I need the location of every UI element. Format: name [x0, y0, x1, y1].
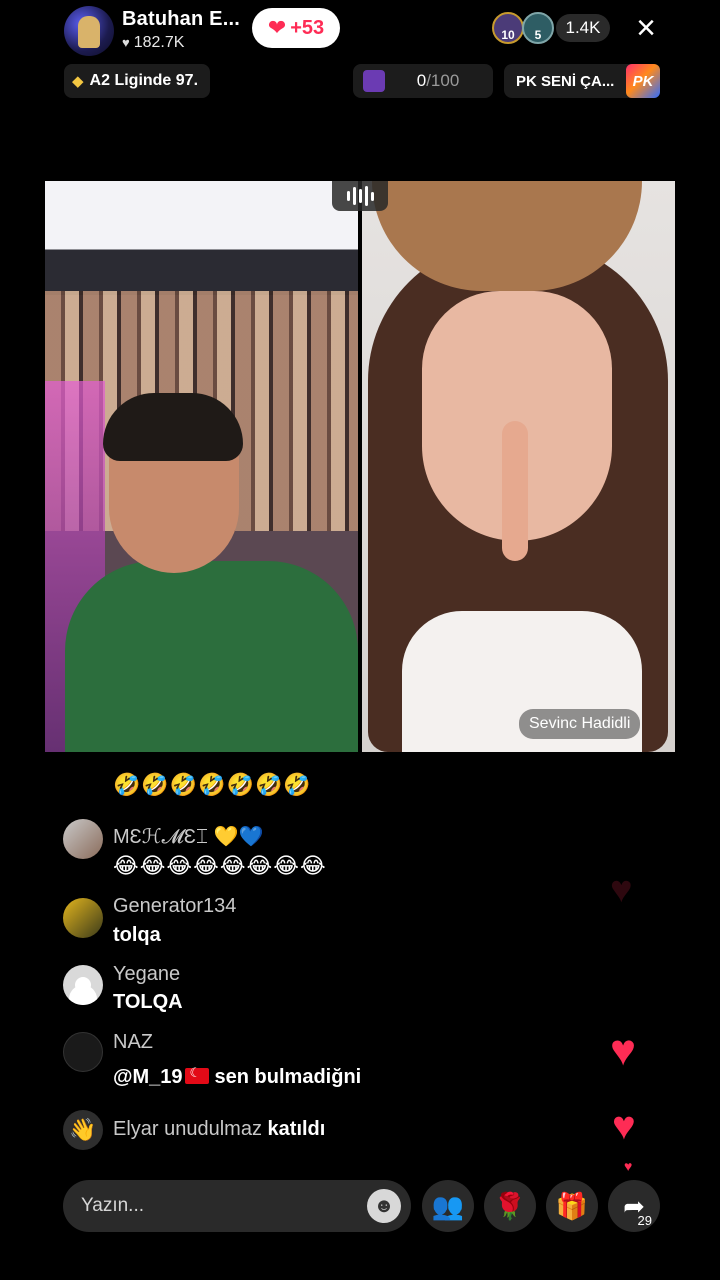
- message-body: sen bulmadiğni: [214, 1066, 362, 1088]
- guest-name-label[interactable]: Sevinc Hadidli: [519, 709, 641, 739]
- pk-banner[interactable]: PK SENİ ÇA... PK: [504, 64, 660, 98]
- chat-username[interactable]: NAZ: [113, 1031, 153, 1054]
- share-button[interactable]: ➦ 29: [608, 1180, 660, 1232]
- join-action: katıldı: [267, 1118, 326, 1140]
- host-name[interactable]: Batuhan E...: [122, 8, 240, 31]
- avatar[interactable]: [63, 898, 103, 938]
- wave-hand-icon: 👋: [63, 1110, 103, 1150]
- follow-count: +53: [290, 16, 325, 39]
- join-user[interactable]: Elyar unudulmaz: [113, 1118, 262, 1140]
- league-text: A2 Liginde 97.: [89, 72, 199, 89]
- co-host-icon[interactable]: 👥: [422, 1180, 474, 1232]
- heart-icon: ♥: [612, 1104, 636, 1148]
- share-count: 29: [637, 1213, 652, 1228]
- heart-icon: ♥: [610, 869, 633, 911]
- pk-badge-icon: PK: [626, 64, 660, 98]
- avatar[interactable]: [63, 965, 103, 1005]
- chat-message-text: TOLQA: [113, 991, 183, 1013]
- goal-progress[interactable]: 0/100: [353, 64, 493, 98]
- comment-placeholder: Yazın...: [81, 1195, 145, 1216]
- mention[interactable]: @M_19: [113, 1066, 183, 1088]
- goal-total: /100: [426, 71, 460, 90]
- diamond-icon: ◆: [72, 73, 84, 90]
- host-video[interactable]: [45, 181, 358, 752]
- heart-icon: ♥: [610, 1026, 637, 1075]
- viewer-count[interactable]: 1.4K: [556, 14, 610, 42]
- goal-value: 0: [416, 71, 427, 90]
- audio-bars-icon[interactable]: [332, 181, 388, 211]
- chat-username[interactable]: Generator134: [113, 895, 236, 918]
- turkey-flag-icon: [184, 1065, 209, 1085]
- join-notice: Elyar unudulmaz katıldı: [113, 1118, 325, 1141]
- heart-icon: ♥: [122, 35, 130, 50]
- host-avatar[interactable]: [64, 6, 114, 56]
- host-likes: ♥ 182.7K: [122, 34, 184, 52]
- follow-button[interactable]: ❤ +53: [252, 8, 340, 48]
- video-divider: [358, 181, 362, 752]
- chat-message-text: tolqa: [113, 924, 161, 946]
- viewer-rank: 5: [534, 28, 542, 42]
- avatar[interactable]: [63, 1032, 103, 1072]
- heart-icon: ♥: [624, 1158, 633, 1174]
- rose-gift-icon[interactable]: 🌹: [484, 1180, 536, 1232]
- viewer-rank: 10: [501, 28, 515, 42]
- gift-box-icon[interactable]: 🎁: [546, 1180, 598, 1232]
- pk-video-area[interactable]: Sevinc Hadidli: [45, 181, 675, 752]
- top-viewer-avatar[interactable]: 10: [492, 12, 524, 44]
- guest-video[interactable]: [362, 181, 675, 752]
- avatar[interactable]: [63, 819, 103, 859]
- pk-text: PK SENİ ÇA...: [516, 72, 615, 90]
- host-likes-count: 182.7K: [133, 34, 185, 51]
- close-icon[interactable]: ×: [630, 10, 662, 46]
- chat-username[interactable]: Yegane: [113, 963, 180, 986]
- comment-input[interactable]: Yazın... ☻: [63, 1180, 411, 1232]
- goal-text: 0/100: [397, 71, 493, 91]
- league-badge[interactable]: ◆ A2 Liginde 97.: [64, 64, 211, 98]
- top-viewer-avatar[interactable]: 5: [522, 12, 554, 44]
- chat-username[interactable]: MƐℋ𝓜Ɛ⌶ 💛💙: [113, 824, 263, 849]
- chat-partial-message: 🤣🤣🤣🤣🤣🤣🤣: [113, 772, 312, 797]
- goal-gift-icon: [363, 70, 385, 92]
- heart-icon: ❤: [267, 15, 287, 40]
- chat-message-text: 😂😂😂😂😂😂😂😂: [113, 853, 327, 878]
- emoji-icon[interactable]: ☻: [367, 1189, 401, 1223]
- chat-message-text: @M_19 sen bulmadiğni: [113, 1065, 362, 1089]
